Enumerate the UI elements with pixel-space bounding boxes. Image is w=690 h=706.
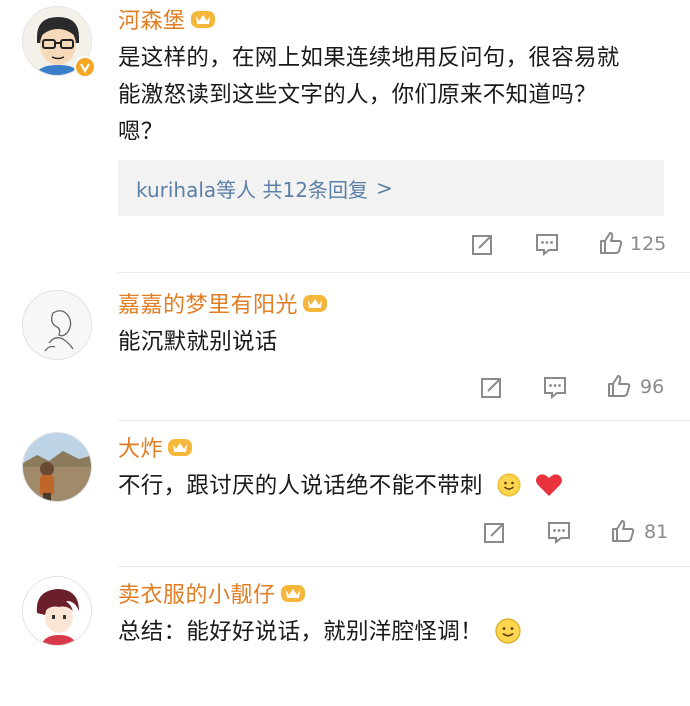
reply-summary-text: kurihala等人 共12条回复 bbox=[136, 177, 368, 202]
avatar[interactable] bbox=[22, 290, 92, 360]
comment-text: 能沉默就别说话 bbox=[118, 324, 678, 361]
comment-text-line: 能激怒读到这些文字的人，你们原来不知道吗？ bbox=[118, 82, 597, 108]
verified-badge-icon bbox=[74, 56, 96, 78]
share-icon[interactable] bbox=[479, 374, 505, 400]
comment-text: 是这样的，在网上如果连续地用反问句，很容易就 能激怒读到这些文字的人，你们原来不… bbox=[118, 40, 678, 151]
username[interactable]: 卖衣服的小靓仔 bbox=[118, 577, 276, 609]
like-count: 125 bbox=[630, 233, 667, 255]
comment-text-line: 嗯？ bbox=[118, 119, 164, 145]
like-count: 96 bbox=[640, 376, 665, 398]
member-badge-icon bbox=[302, 292, 328, 314]
comment-text-line: 能沉默就别说话 bbox=[118, 329, 278, 355]
heart-emoji-icon bbox=[535, 473, 562, 496]
comment-text-line: 总结：能好好说话，就别洋腔怪调！ bbox=[118, 614, 678, 651]
comment-text-line: 不行，跟讨厌的人说话绝不能不带刺 bbox=[118, 468, 678, 505]
member-badge-icon bbox=[167, 436, 193, 458]
comment-text-content: 总结：能好好说话，就别洋腔怪调！ bbox=[118, 619, 483, 645]
username-row: 嘉嘉的梦里有阳光 bbox=[118, 288, 328, 318]
username[interactable]: 大炸 bbox=[118, 431, 163, 463]
avatar[interactable] bbox=[22, 576, 92, 646]
username-row: 卖衣服的小靓仔 bbox=[118, 578, 306, 608]
reply-summary-link[interactable]: kurihala等人 共12条回复 > bbox=[118, 160, 664, 216]
member-badge-icon bbox=[280, 582, 306, 604]
like-icon[interactable] bbox=[606, 373, 632, 399]
like-icon[interactable] bbox=[610, 518, 636, 544]
comment-text: 不行，跟讨厌的人说话绝不能不带刺 bbox=[118, 468, 678, 505]
divider bbox=[118, 420, 690, 421]
share-icon[interactable] bbox=[482, 519, 508, 545]
chevron-right-icon: > bbox=[375, 176, 393, 200]
comment-text: 总结：能好好说话，就别洋腔怪调！ bbox=[118, 614, 678, 651]
username[interactable]: 嘉嘉的梦里有阳光 bbox=[118, 287, 298, 319]
share-icon[interactable] bbox=[470, 231, 496, 257]
like-icon[interactable] bbox=[598, 230, 624, 256]
username-row: 河森堡 bbox=[118, 4, 216, 34]
username[interactable]: 河森堡 bbox=[118, 3, 186, 35]
divider bbox=[118, 566, 690, 567]
like-count: 81 bbox=[644, 521, 669, 543]
smile-emoji-icon bbox=[497, 471, 522, 497]
comment-text-content: 不行，跟讨厌的人说话绝不能不带刺 bbox=[118, 473, 483, 499]
username-row: 大炸 bbox=[118, 432, 193, 462]
member-badge-icon bbox=[190, 8, 216, 30]
smile-emoji-icon bbox=[495, 617, 521, 644]
comment-text-line: 是这样的，在网上如果连续地用反问句，很容易就 bbox=[118, 45, 620, 71]
avatar[interactable] bbox=[22, 432, 92, 502]
comment-icon[interactable] bbox=[534, 231, 560, 257]
divider bbox=[118, 272, 690, 273]
comment-icon[interactable] bbox=[546, 519, 572, 545]
comment-icon[interactable] bbox=[542, 374, 568, 400]
